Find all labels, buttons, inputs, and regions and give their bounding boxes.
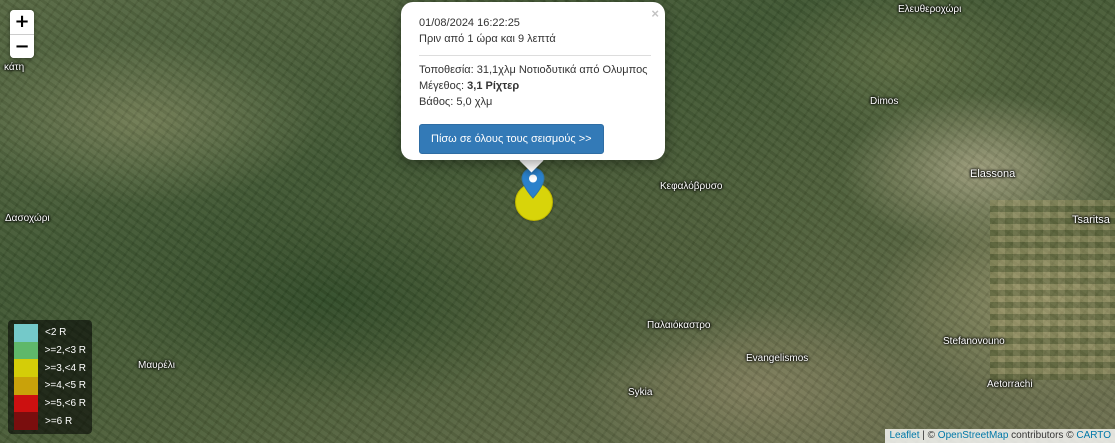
popup-content: 01/08/2024 16:22:25 Πριν από 1 ώρα και 9…	[419, 15, 651, 154]
magnitude-label: Μέγεθος:	[419, 80, 465, 92]
legend-row: >=2,<3 R	[14, 341, 86, 360]
farmland-area	[990, 200, 1115, 380]
event-datetime: 01/08/2024 16:22:25	[419, 17, 520, 29]
depth-label: Βάθος:	[419, 96, 454, 108]
map[interactable]: Ελευθεροχώρι κάτη Dimos Κεφαλόβρυσο Elassona…	[0, 0, 1115, 443]
popup-divider	[419, 55, 651, 56]
place-label: Tsaritsa	[1072, 214, 1110, 226]
place-label: Δασοχώρι	[5, 213, 50, 224]
legend-row: >=3,<4 R	[14, 359, 86, 378]
attribution-separator: | ©	[919, 430, 938, 441]
earthquake-popup: × 01/08/2024 16:22:25 Πριν από 1 ώρα και…	[401, 2, 665, 160]
place-label: Sykia	[628, 387, 653, 398]
legend-label: >=3,<4 R	[44, 362, 86, 374]
magnitude-value: 3,1 Ρίχτερ	[467, 80, 520, 92]
legend-row: <2 R	[14, 324, 86, 342]
close-icon[interactable]: ×	[651, 6, 659, 21]
place-label: Ελευθεροχώρι	[898, 4, 962, 15]
legend-swatch	[14, 341, 38, 360]
place-label: Elassona	[970, 168, 1016, 180]
legend-label: >=5,<6 R	[44, 398, 86, 410]
legend-row: >=4,<5 R	[14, 377, 86, 395]
zoom-in-button[interactable]: +	[10, 10, 34, 34]
zoom-control: + −	[10, 10, 34, 58]
magnitude-legend: <2 R >=2,<3 R >=3,<4 R >=4,<5 R >=5,<6 R >=6 …	[8, 320, 92, 434]
legend-swatch	[14, 394, 38, 413]
place-label: Stefanovouno	[943, 336, 1005, 347]
legend-swatch	[14, 377, 38, 395]
place-label: Dimos	[870, 96, 899, 107]
legend-label: >=4,<5 R	[44, 380, 86, 392]
openstreetmap-link[interactable]: OpenStreetMap	[938, 430, 1009, 441]
carto-link[interactable]: CARTO	[1076, 430, 1111, 441]
magnitude-row: Μέγεθος: 3,1 Ρίχτερ	[419, 78, 651, 94]
event-relative-time: Πριν από 1 ώρα και 9 λεπτά	[419, 33, 556, 45]
map-pin-icon[interactable]	[521, 167, 545, 199]
location-value: 31,1χλμ Νοτιοδυτικά από Ολυμπος	[476, 64, 648, 76]
legend-row: >=6 R	[14, 412, 86, 431]
legend-label: >=2,<3 R	[44, 345, 86, 357]
legend-row: >=5,<6 R	[14, 394, 86, 413]
place-label: Evangelismos	[746, 353, 809, 364]
depth-value: 5,0 χλμ	[456, 96, 493, 108]
back-to-all-earthquakes-button[interactable]: Πίσω σε όλους τους σεισμούς >>	[419, 124, 604, 154]
legend-swatch	[14, 412, 38, 431]
legend-swatch	[14, 324, 38, 342]
attribution-contributors: contributors ©	[1008, 430, 1077, 441]
zoom-out-button[interactable]: −	[10, 34, 34, 58]
place-label: Μαυρέλι	[138, 360, 175, 371]
legend-label: >=6 R	[45, 415, 73, 427]
place-label: Aetorrachi	[987, 379, 1033, 390]
place-label: Παλαιόκαστρο	[647, 320, 711, 331]
depth-row: Βάθος: 5,0 χλμ	[419, 94, 651, 110]
leaflet-link[interactable]: Leaflet	[889, 430, 919, 441]
location-label: Τοποθεσία:	[419, 64, 474, 76]
place-label: κάτη	[4, 62, 25, 73]
legend-label: <2 R	[45, 327, 67, 339]
place-label: Κεφαλόβρυσο	[660, 181, 723, 192]
location-row: Τοποθεσία: 31,1χλμ Νοτιοδυτικά από Ολυμπ…	[419, 62, 651, 78]
map-attribution: Leaflet | © OpenStreetMap contributors ©…	[885, 429, 1115, 443]
legend-swatch	[14, 359, 38, 378]
